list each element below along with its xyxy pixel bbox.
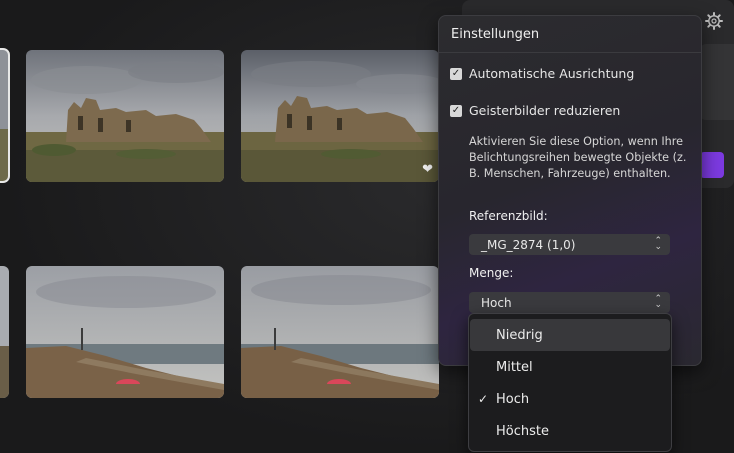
photo-thumbnail[interactable]: ❤ <box>241 50 439 182</box>
reference-select[interactable]: _MG_2874 (1,0) ⌃ ⌄ <box>469 234 670 255</box>
option-label: Niedrig <box>496 327 543 343</box>
photo-thumbnail[interactable] <box>241 266 439 398</box>
amount-label: Menge: <box>469 266 514 280</box>
auto-align-option[interactable]: ✓ Automatische Ausrichtung <box>450 66 634 81</box>
reference-value: _MG_2874 (1,0) <box>481 237 576 252</box>
deghost-option[interactable]: ✓ Geisterbilder reduzieren <box>450 103 620 118</box>
divider <box>439 52 701 53</box>
heart-icon[interactable]: ❤ <box>422 163 433 176</box>
auto-align-label: Automatische Ausrichtung <box>469 66 635 81</box>
photo-thumbnail[interactable] <box>0 266 9 398</box>
chevron-up-down-icon: ⌃ ⌄ <box>654 294 662 310</box>
option-label: Mittel <box>496 359 533 375</box>
option-hoch[interactable]: ✓ Hoch <box>470 383 670 415</box>
photo-thumbnail[interactable] <box>26 50 224 182</box>
option-hoechste[interactable]: Höchste <box>470 415 670 447</box>
deghost-help-text: Aktivieren Sie diese Option, wenn Ihre B… <box>469 135 687 180</box>
merge-button[interactable] <box>700 152 724 178</box>
photo-thumbnail[interactable] <box>0 48 10 183</box>
deghost-checkbox[interactable]: ✓ <box>450 104 462 117</box>
checkmark-icon: ✓ <box>478 392 489 406</box>
deghost-label: Geisterbilder reduzieren <box>469 103 621 118</box>
option-mittel[interactable]: Mittel <box>470 351 670 383</box>
side-panel-preview <box>700 44 734 120</box>
amount-dropdown: Niedrig Mittel ✓ Hoch Höchste <box>468 313 672 452</box>
option-niedrig[interactable]: Niedrig <box>470 319 670 351</box>
reference-label: Referenzbild: <box>469 209 548 223</box>
option-label: Hoch <box>496 391 530 407</box>
photo-thumbnail[interactable] <box>26 266 224 398</box>
option-label: Höchste <box>496 423 549 439</box>
amount-value: Hoch <box>481 295 512 310</box>
gear-icon[interactable] <box>704 11 724 31</box>
settings-title: Einstellungen <box>451 27 540 42</box>
chevron-up-down-icon: ⌃ ⌄ <box>654 236 662 252</box>
auto-align-checkbox[interactable]: ✓ <box>450 67 462 80</box>
amount-select[interactable]: Hoch ⌃ ⌄ <box>469 292 670 313</box>
